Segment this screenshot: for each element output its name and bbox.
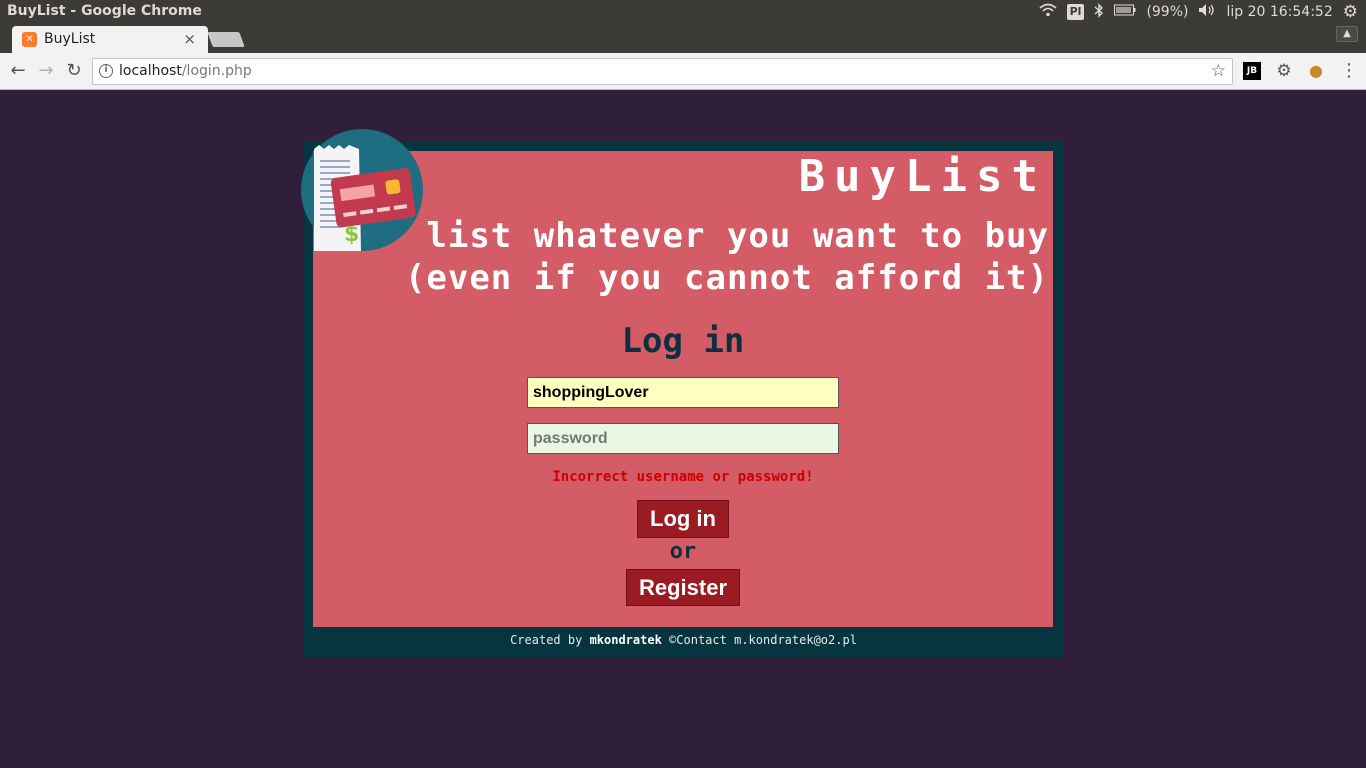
or-separator: or xyxy=(669,539,697,564)
favicon-icon: ✕ xyxy=(22,32,37,47)
cookie-extension-icon[interactable]: ● xyxy=(1307,62,1325,80)
url-text[interactable]: localhost/login.php xyxy=(119,63,252,79)
keyboard-layout-indicator[interactable]: Pl xyxy=(1066,4,1085,20)
page-body: $ BuyList list whatever you want to buy … xyxy=(0,91,1366,768)
error-message: Incorrect username or password! xyxy=(552,469,814,485)
back-arrow-icon[interactable]: ← xyxy=(7,60,29,82)
wifi-icon[interactable] xyxy=(1039,3,1057,21)
os-top-panel: BuyList - Google Chrome Pl (99%) lip 20 … xyxy=(0,0,1366,24)
browser-toolbar: ← → ↻ i localhost/login.php ☆ JB ⚙ ● ⋮ xyxy=(0,53,1366,90)
login-frame: $ BuyList list whatever you want to buy … xyxy=(301,129,1063,657)
register-button[interactable]: Register xyxy=(626,569,740,606)
url-path: /login.php xyxy=(181,63,252,79)
system-gear-icon[interactable]: ⚙ xyxy=(1343,2,1358,22)
system-tray: Pl (99%) lip 20 16:54:52 ⚙ xyxy=(1039,0,1358,24)
extension-gear-icon[interactable]: ⚙ xyxy=(1275,62,1293,80)
footer-contact-label: Contact xyxy=(676,633,727,647)
tab-close-icon[interactable]: × xyxy=(183,30,196,48)
tagline-line-1: list whatever you want to buy xyxy=(426,216,1049,256)
username-input[interactable]: shoppingLover xyxy=(527,377,839,408)
tagline: list whatever you want to buy (even if y… xyxy=(405,215,1049,299)
forward-arrow-icon[interactable]: → xyxy=(35,60,57,82)
footer-created-by: Created by xyxy=(510,633,583,647)
url-host: localhost xyxy=(119,63,182,79)
footer-contact-email[interactable]: m.kondratek@o2.pl xyxy=(734,633,857,647)
info-icon[interactable]: i xyxy=(99,64,113,78)
battery-percent: (99%) xyxy=(1146,4,1189,20)
jetbrains-extension-icon[interactable]: JB xyxy=(1243,62,1261,80)
bookmark-star-icon[interactable]: ☆ xyxy=(1211,61,1226,81)
bluetooth-icon[interactable] xyxy=(1094,2,1104,22)
tab-title: BuyList xyxy=(44,31,96,47)
browser-tab[interactable]: ✕ BuyList × xyxy=(12,26,208,53)
volume-icon[interactable] xyxy=(1198,3,1216,21)
window-title: BuyList - Google Chrome xyxy=(7,3,202,19)
login-heading: Log in xyxy=(621,321,745,361)
clock[interactable]: lip 20 16:54:52 xyxy=(1226,4,1332,20)
password-input[interactable]: password xyxy=(527,423,839,454)
brand-title: BuyList xyxy=(798,151,1047,202)
address-bar[interactable]: i localhost/login.php ☆ xyxy=(92,58,1233,85)
login-card: $ BuyList list whatever you want to buy … xyxy=(301,129,1053,627)
footer: Created by mkondratek ©Contact m.kondrat… xyxy=(304,633,1063,647)
profile-icon[interactable]: ▲ xyxy=(1336,26,1358,42)
battery-icon[interactable] xyxy=(1114,4,1136,20)
tagline-line-2: (even if you cannot afford it) xyxy=(404,258,1049,298)
new-tab-button[interactable] xyxy=(207,32,245,47)
browser-tab-strip: ✕ BuyList × ▲ xyxy=(0,24,1366,53)
chrome-menu-icon[interactable]: ⋮ xyxy=(1340,60,1358,82)
footer-author: mkondratek xyxy=(589,633,662,647)
reload-icon[interactable]: ↻ xyxy=(63,60,85,82)
login-button[interactable]: Log in xyxy=(637,500,729,538)
